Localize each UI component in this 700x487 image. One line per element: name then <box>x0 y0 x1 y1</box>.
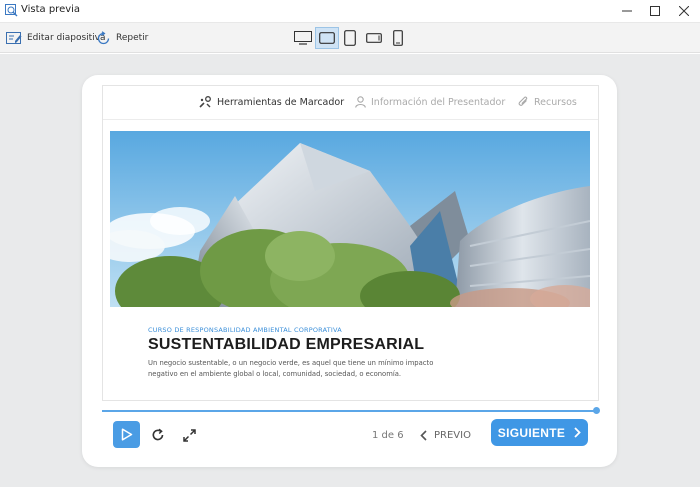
device-tablet-portrait-button[interactable] <box>338 27 362 49</box>
preview-toolbar: Editar diapositiva Repetir <box>0 22 700 53</box>
hero-building-image <box>110 131 590 307</box>
phone-portrait-icon <box>393 30 403 46</box>
previous-button[interactable]: PREVIO <box>420 426 471 444</box>
close-button[interactable] <box>668 0 700 22</box>
nav-resources[interactable]: Recursos <box>518 96 577 108</box>
user-icon <box>355 96 366 108</box>
slide-title: SUSTENTABILIDAD EMPRESARIAL <box>148 336 425 353</box>
edit-slide-label: Editar diapositiva <box>27 33 106 43</box>
page-counter: 1 de 6 <box>372 430 404 441</box>
device-phone-landscape-button[interactable] <box>362 27 386 49</box>
window-title: Vista previa <box>21 4 81 15</box>
nav-presenter-info-label: Información del Presentador <box>371 96 506 108</box>
nav-marker-tools-label: Herramientas de Marcador <box>217 96 345 108</box>
chevron-right-icon <box>574 427 581 438</box>
nav-marker-tools[interactable]: Herramientas de Marcador <box>199 96 344 108</box>
next-button[interactable]: SIGUIENTE <box>491 419 588 446</box>
repeat-icon <box>97 30 110 44</box>
player-card: Herramientas de Marcador Información del… <box>82 75 617 467</box>
previous-label: PREVIO <box>434 429 471 441</box>
paperclip-icon <box>518 96 528 106</box>
restart-icon <box>152 428 164 441</box>
course-label: CURSO DE RESPONSABILIDAD AMBIENTAL CORPO… <box>148 326 342 334</box>
close-icon <box>679 6 689 16</box>
slide-frame: Herramientas de Marcador Información del… <box>102 85 599 401</box>
device-phone-portrait-button[interactable] <box>386 27 410 49</box>
slide-description: Un negocio sustentable, o un negocio ver… <box>148 359 434 378</box>
phone-landscape-icon <box>366 33 382 43</box>
play-icon <box>121 428 132 441</box>
nav-resources-label: Recursos <box>534 96 577 108</box>
progress-bar[interactable] <box>102 410 599 412</box>
repeat-button[interactable]: Repetir <box>96 29 148 47</box>
edit-slide-icon <box>6 32 22 44</box>
minimize-icon <box>622 10 632 12</box>
repeat-label: Repetir <box>116 33 149 43</box>
preview-canvas: Herramientas de Marcador Información del… <box>0 54 700 487</box>
window-titlebar: Vista previa <box>0 0 700 22</box>
preview-app-icon <box>5 4 18 17</box>
play-button[interactable] <box>113 421 140 448</box>
maximize-icon <box>650 6 660 16</box>
nav-presenter-info[interactable]: Información del Presentador <box>355 96 505 108</box>
player-controls: 1 de 6 PREVIO SIGUIENTE <box>102 413 599 458</box>
edit-slide-button[interactable]: Editar diapositiva <box>6 29 106 47</box>
maximize-button[interactable] <box>639 0 671 22</box>
desktop-icon <box>294 31 312 45</box>
device-tablet-landscape-button[interactable] <box>315 27 339 49</box>
marker-tools-icon <box>199 96 211 108</box>
tablet-landscape-icon <box>319 32 335 44</box>
chevron-left-icon <box>420 429 427 441</box>
tablet-portrait-icon <box>344 30 356 46</box>
device-desktop-button[interactable] <box>291 27 315 49</box>
restart-button[interactable] <box>150 427 166 443</box>
expand-icon <box>182 428 196 442</box>
slide-top-nav: Herramientas de Marcador Información del… <box>103 86 598 120</box>
next-label: SIGUIENTE <box>497 425 566 440</box>
fullscreen-button[interactable] <box>181 427 197 443</box>
